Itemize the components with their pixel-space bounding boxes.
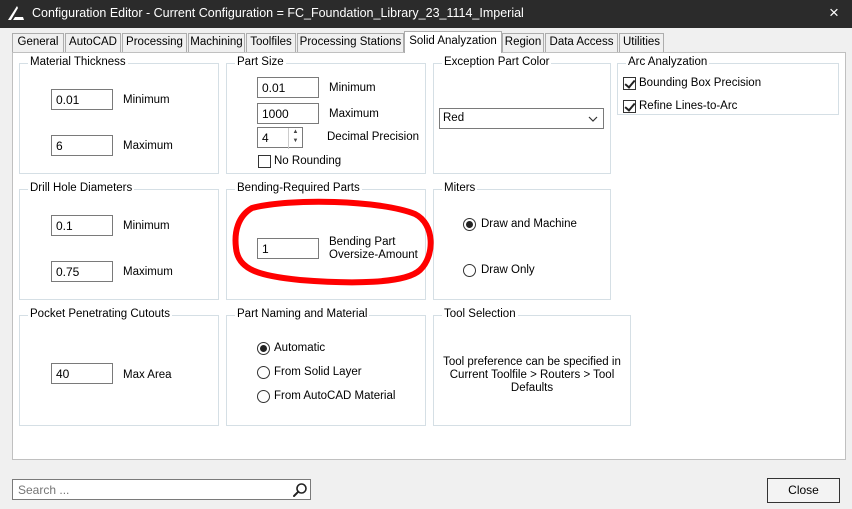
radio-automatic[interactable] — [257, 342, 270, 355]
tab-general[interactable]: General — [12, 33, 64, 52]
no-rounding-checkbox[interactable] — [258, 155, 271, 168]
refine-lines-to-arc-checkbox[interactable] — [623, 100, 636, 113]
tab-processing[interactable]: Processing — [122, 33, 187, 52]
part-size-max-input[interactable] — [257, 103, 319, 124]
label-from-autocad-material: From AutoCAD Material — [274, 390, 396, 402]
note-line-1: Tool preference can be specified in — [443, 356, 621, 368]
radio-draw-only[interactable] — [463, 264, 476, 277]
tab-processing-stations[interactable]: Processing Stations — [297, 33, 404, 52]
group-drill-hole-diameters: Drill Hole Diameters Minimum Maximum — [19, 182, 219, 300]
group-arc-analyzation: Arc Analyzation Bounding Box Precision R… — [617, 56, 839, 115]
pocket-max-area-input[interactable] — [51, 363, 113, 384]
tab-machining[interactable]: Machining — [188, 33, 245, 52]
group-title: Tool Selection — [442, 308, 518, 320]
title-bar: Configuration Editor - Current Configura… — [0, 0, 852, 28]
label-no-rounding: No Rounding — [274, 155, 342, 167]
close-icon: × — [829, 3, 839, 22]
app-logo-icon — [8, 6, 24, 20]
group-title: Part Naming and Material — [235, 308, 370, 320]
label-maximum: Maximum — [123, 140, 173, 152]
tab-autocad[interactable]: AutoCAD — [65, 33, 121, 52]
note-line-3: Defaults — [510, 382, 554, 394]
group-title: Arc Analyzation — [626, 56, 710, 68]
spin-down-icon[interactable]: ▼ — [289, 137, 302, 146]
window-title: Configuration Editor - Current Configura… — [32, 6, 524, 20]
label-maximum: Maximum — [329, 108, 379, 120]
search-input[interactable] — [13, 480, 283, 499]
label-refine-lines-to-arc: Refine Lines-to-Arc — [639, 100, 738, 112]
group-title: Material Thickness — [28, 56, 128, 68]
tab-utilities[interactable]: Utilities — [619, 33, 664, 52]
label-max-area: Max Area — [123, 369, 172, 381]
note-line-2: Current Toolfile > Routers > Tool — [449, 369, 615, 381]
radio-draw-and-machine[interactable] — [463, 218, 476, 231]
label-bounding-box-precision: Bounding Box Precision — [639, 77, 762, 89]
material-thickness-max-input[interactable] — [51, 135, 113, 156]
search-box[interactable] — [12, 479, 311, 500]
label-minimum: Minimum — [123, 94, 170, 106]
bounding-box-precision-checkbox[interactable] — [623, 77, 636, 90]
label-maximum: Maximum — [123, 266, 173, 278]
group-title: Miters — [442, 182, 478, 194]
search-icon[interactable] — [292, 482, 308, 498]
spin-up-icon[interactable]: ▲ — [289, 128, 302, 137]
part-size-min-input[interactable] — [257, 77, 319, 98]
group-exception-part-color: Exception Part Color Red — [433, 56, 611, 174]
tab-toolfiles[interactable]: Toolfiles — [246, 33, 296, 52]
tab-region[interactable]: Region — [502, 33, 544, 52]
tool-selection-note: Tool preference can be specified in Curr… — [434, 356, 630, 395]
group-title: Exception Part Color — [442, 56, 552, 68]
tab-solid-analyzation[interactable]: Solid Analyzation — [404, 31, 502, 53]
radio-from-solid-layer[interactable] — [257, 366, 270, 379]
label-from-solid-layer: From Solid Layer — [274, 366, 362, 378]
group-title: Bending-Required Parts — [235, 182, 362, 194]
group-title: Part Size — [235, 56, 286, 68]
label-draw-and-machine: Draw and Machine — [481, 218, 577, 230]
group-part-naming-and-material: Part Naming and Material Automatic From … — [226, 308, 426, 426]
group-title: Pocket Penetrating Cutouts — [28, 308, 172, 320]
radio-from-autocad-material[interactable] — [257, 390, 270, 403]
window-close-button[interactable]: × — [822, 2, 846, 24]
label-minimum: Minimum — [329, 82, 376, 94]
chevron-down-icon — [588, 116, 598, 122]
label-draw-only: Draw Only — [481, 264, 535, 276]
decimal-precision-spinner[interactable]: ▲ ▼ — [257, 127, 303, 149]
drill-hole-min-input[interactable] — [51, 215, 113, 236]
selected-color: Red — [443, 112, 465, 124]
drill-hole-max-input[interactable] — [51, 261, 113, 282]
label-decimal-precision: Decimal Precision — [327, 131, 420, 143]
label-minimum: Minimum — [123, 220, 170, 232]
group-part-size: Part Size Minimum Maximum ▲ ▼ Decimal Pr… — [226, 56, 426, 174]
label-automatic: Automatic — [274, 342, 326, 354]
red-annotation-circle — [232, 198, 434, 286]
material-thickness-min-input[interactable] — [51, 89, 113, 110]
group-miters: Miters Draw and Machine Draw Only — [433, 182, 611, 300]
exception-color-select[interactable]: Red — [439, 108, 604, 129]
tab-data-access[interactable]: Data Access — [545, 33, 618, 52]
spinner-buttons[interactable]: ▲ ▼ — [288, 128, 302, 149]
close-button[interactable]: Close — [767, 478, 840, 503]
group-pocket-penetrating-cutouts: Pocket Penetrating Cutouts Max Area — [19, 308, 219, 426]
group-material-thickness: Material Thickness Minimum Maximum — [19, 56, 219, 174]
group-title: Drill Hole Diameters — [28, 182, 135, 194]
group-tool-selection: Tool Selection Tool preference can be sp… — [433, 308, 631, 426]
